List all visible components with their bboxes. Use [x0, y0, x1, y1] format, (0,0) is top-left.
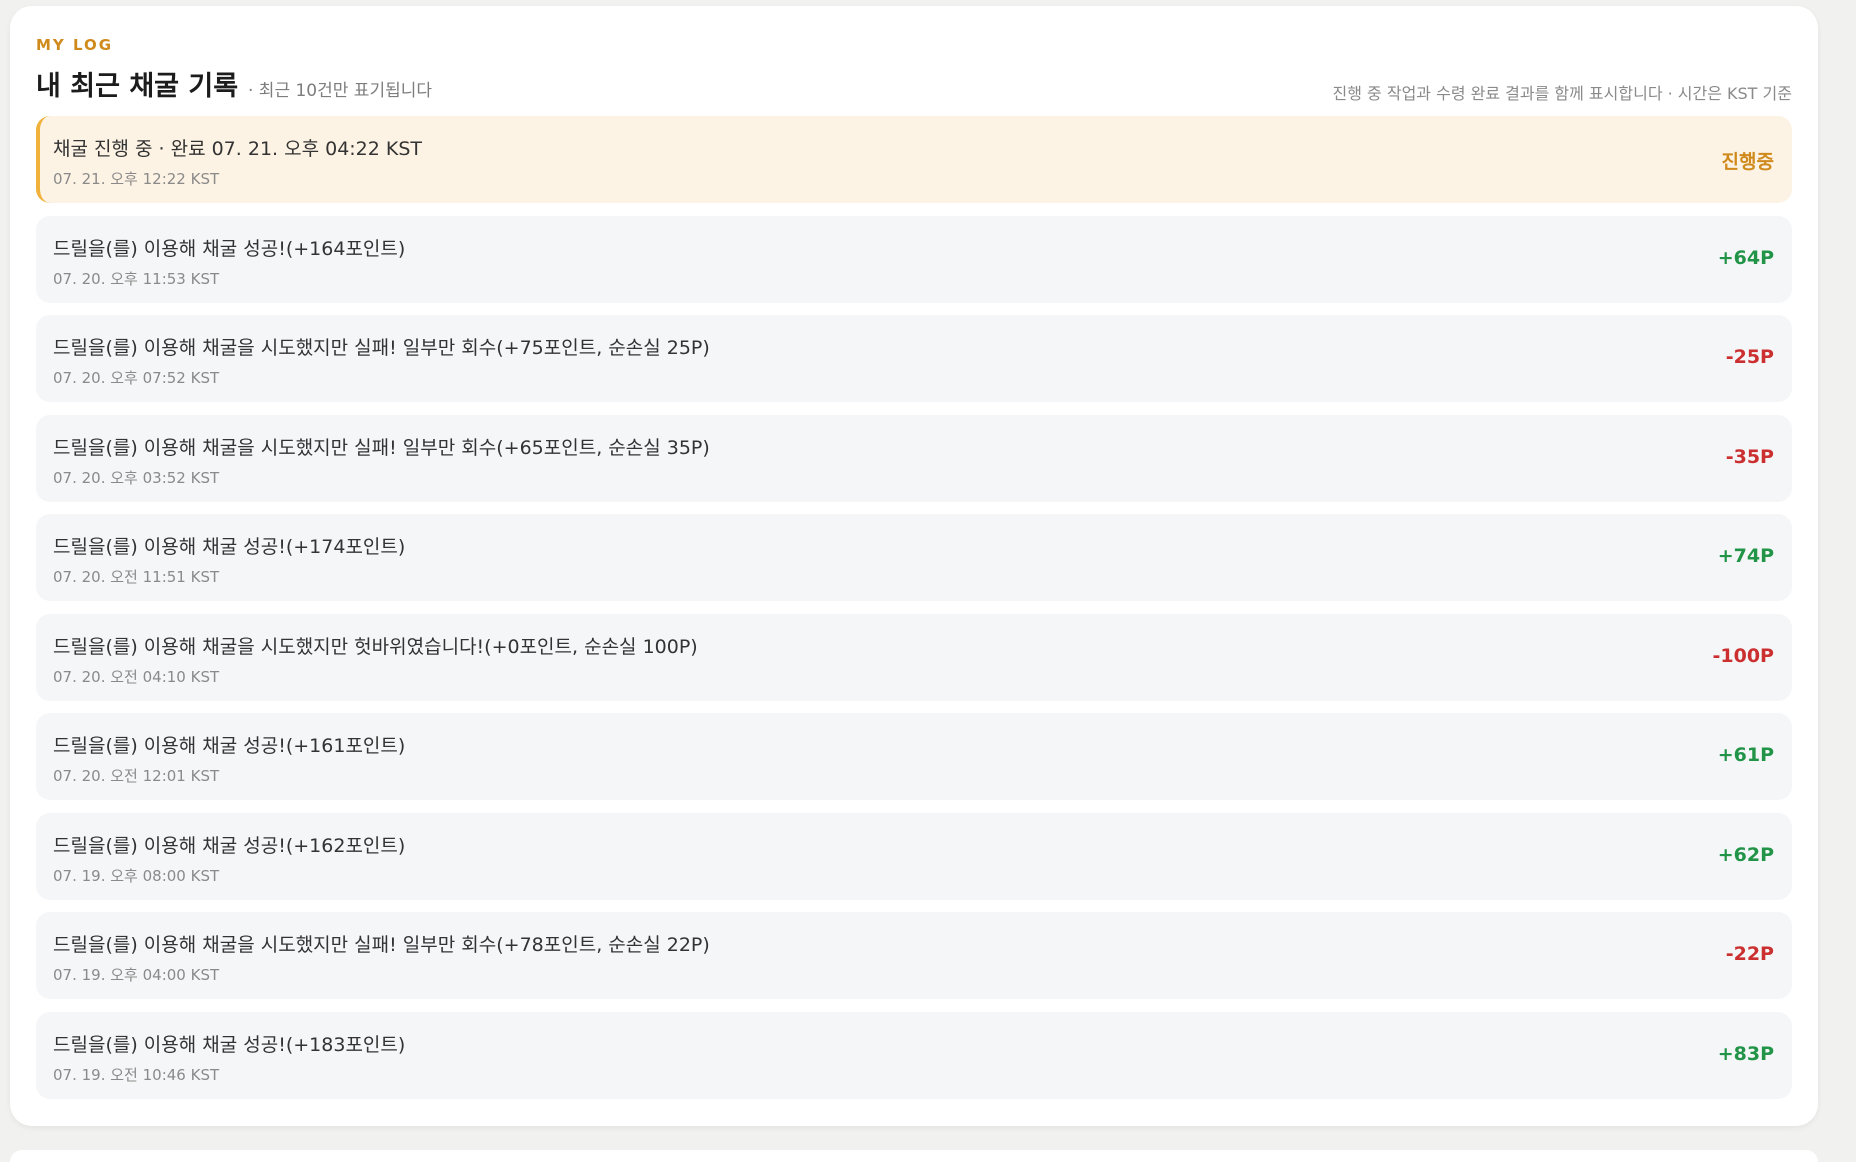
- log-entry-points: +62P: [1717, 843, 1774, 866]
- log-entry-title: 드릴을(를) 이용해 채굴을 시도했지만 실패! 일부만 회수(+78포인트, …: [53, 934, 710, 956]
- log-entry-time: 07. 20. 오전 11:51 KST: [53, 568, 220, 586]
- header-note: 진행 중 작업과 수령 완료 결과를 함께 표시합니다 · 시간은 KST 기준: [1332, 84, 1792, 103]
- section-eyebrow: MY LOG: [36, 36, 114, 54]
- mining-log-panel: MY LOG 내 최근 채굴 기록 · 최근 10건만 표기됩니다 진행 중 작…: [10, 6, 1818, 1126]
- log-entry-points: -100P: [1712, 644, 1774, 667]
- log-entry-title: 드릴을(를) 이용해 채굴 성공!(+174포인트): [53, 536, 406, 558]
- log-entry-points: -35P: [1725, 445, 1774, 468]
- log-entry-title: 드릴을(를) 이용해 채굴을 시도했지만 실패! 일부만 회수(+75포인트, …: [53, 337, 710, 359]
- log-entry-time: 07. 20. 오후 11:53 KST: [53, 269, 220, 288]
- log-entry: 드릴을(를) 이용해 채굴을 시도했지만 실패! 일부만 회수(+78포인트, …: [36, 912, 1792, 999]
- log-entry-time: 07. 20. 오후 03:52 KST: [53, 468, 220, 487]
- log-entry-status-badge: 진행중: [1721, 151, 1774, 173]
- log-entry-time: 07. 19. 오전 10:46 KST: [53, 1065, 220, 1084]
- log-entry-points: -22P: [1725, 943, 1774, 965]
- log-entry: 드릴을(를) 이용해 채굴을 시도했지만 헛바위였습니다!(+0포인트, 순손실…: [36, 613, 1792, 701]
- log-entry: 드릴을(를) 이용해 채굴을 시도했지만 실패! 일부만 회수(+65포인트, …: [36, 414, 1792, 502]
- log-entry: 드릴을(를) 이용해 채굴 성공!(+164포인트) 07. 20. 오후 11…: [36, 215, 1792, 303]
- log-entry-title: 채굴 진행 중 · 완료 07. 21. 오후 04:22 KST: [53, 138, 423, 160]
- log-entry: 드릴을(를) 이용해 채굴을 시도했지만 실패! 일부만 회수(+75포인트, …: [36, 315, 1792, 402]
- log-entry-time: 07. 20. 오전 04:10 KST: [53, 667, 220, 686]
- log-entry-title: 드릴을(를) 이용해 채굴 성공!(+164포인트): [53, 237, 406, 260]
- next-panel-edge: [10, 1150, 1818, 1162]
- log-entry-time: 07. 20. 오전 12:01 KST: [53, 767, 220, 785]
- page-subtitle: · 최근 10건만 표기됩니다: [248, 81, 433, 101]
- log-entry-time: 07. 19. 오후 08:00 KST: [53, 866, 220, 885]
- log-entry: 드릴을(를) 이용해 채굴 성공!(+183포인트) 07. 19. 오전 10…: [36, 1011, 1792, 1099]
- log-entry-title: 드릴을(를) 이용해 채굴을 시도했지만 실패! 일부만 회수(+65포인트, …: [53, 436, 710, 459]
- log-entry-title: 드릴을(를) 이용해 채굴 성공!(+161포인트): [53, 735, 406, 757]
- log-entry-points: +74P: [1717, 545, 1774, 567]
- log-entry-title: 드릴을(를) 이용해 채굴을 시도했지만 헛바위였습니다!(+0포인트, 순손실…: [53, 635, 698, 658]
- log-entry-points: +64P: [1717, 246, 1774, 269]
- log-entry-points: +61P: [1717, 744, 1774, 766]
- log-entry-points: -25P: [1725, 346, 1774, 368]
- log-entry-in-progress: 채굴 진행 중 · 완료 07. 21. 오후 04:22 KST 07. 21…: [36, 116, 1792, 203]
- log-entry: 드릴을(를) 이용해 채굴 성공!(+162포인트) 07. 19. 오후 08…: [36, 812, 1792, 900]
- log-entry: 드릴을(를) 이용해 채굴 성공!(+174포인트) 07. 20. 오전 11…: [36, 514, 1792, 601]
- log-entry-time: 07. 19. 오후 04:00 KST: [53, 966, 220, 984]
- log-entry-points: +83P: [1717, 1042, 1774, 1065]
- mining-log-list: 채굴 진행 중 · 완료 07. 21. 오후 04:22 KST 07. 21…: [36, 116, 1792, 1111]
- log-entry: 드릴을(를) 이용해 채굴 성공!(+161포인트) 07. 20. 오전 12…: [36, 713, 1792, 800]
- log-entry-time: 07. 21. 오후 12:22 KST: [53, 170, 220, 188]
- log-entry-title: 드릴을(를) 이용해 채굴 성공!(+162포인트): [53, 834, 406, 857]
- page-title: 내 최근 채굴 기록: [36, 71, 239, 102]
- log-entry-time: 07. 20. 오후 07:52 KST: [53, 369, 220, 387]
- log-entry-title: 드릴을(를) 이용해 채굴 성공!(+183포인트): [53, 1033, 406, 1056]
